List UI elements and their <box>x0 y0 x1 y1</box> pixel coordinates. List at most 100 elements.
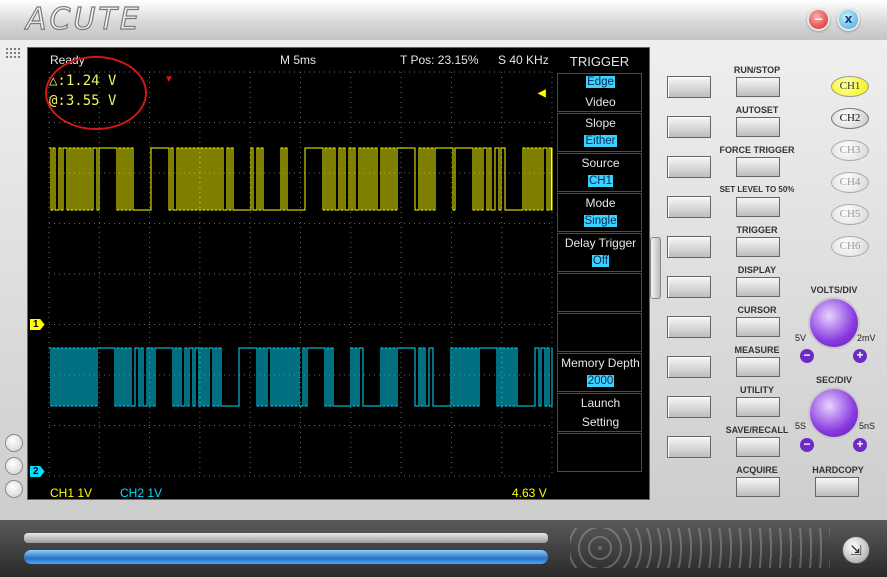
trigger-menu-item[interactable]: Memory Depth 2000 <box>557 353 642 392</box>
trigger-button[interactable] <box>736 237 780 257</box>
progress-bar <box>24 550 548 564</box>
menu-item-value: Setting <box>581 415 620 429</box>
status-strip <box>24 533 548 543</box>
menu-item-title: Mode <box>585 196 616 210</box>
trigger-position-readout: T Pos: 23.15% <box>400 53 479 67</box>
save-recall-label: SAVE/RECALL <box>725 425 789 435</box>
volts-div-knob[interactable] <box>810 299 858 347</box>
trigger-level-label: 4.63 V <box>512 486 547 500</box>
ch4-button[interactable]: CH4 <box>831 172 869 193</box>
measure-label: MEASURE <box>734 345 780 355</box>
menu-item-value: CH1 <box>587 175 613 187</box>
menu-select-button-2[interactable] <box>667 116 711 138</box>
menu-item-value: Video <box>585 95 616 109</box>
menu-item-value: 2000 <box>586 375 615 387</box>
display-label: DISPLAY <box>737 265 777 275</box>
force-trigger-label: FORCE TRIGGER <box>719 145 795 155</box>
menu-select-button-8[interactable] <box>667 356 711 378</box>
ch6-button[interactable]: CH6 <box>831 236 869 257</box>
trigger-menu-item[interactable]: Edge Video <box>557 73 642 112</box>
menu-select-button-4[interactable] <box>667 196 711 218</box>
cursor-button[interactable] <box>736 317 780 337</box>
menu-item-title: Source <box>581 156 620 170</box>
panel-scroll-handle[interactable] <box>650 237 661 299</box>
acquire-label: ACQUIRE <box>736 465 778 475</box>
menu-item-title: Memory Depth <box>561 356 640 370</box>
cursor-label: CURSOR <box>737 305 777 315</box>
menu-item-title: Edge <box>586 76 615 88</box>
sec-div-min-label: 5S <box>795 421 807 431</box>
menu-select-button-5[interactable] <box>667 236 711 258</box>
minus-icon: − <box>813 12 824 26</box>
utility-label: UTILITY <box>740 385 774 395</box>
sample-rate-readout: S 40 KHz <box>498 53 549 67</box>
side-round-button-2[interactable] <box>5 457 23 475</box>
sec-div-title: SEC/DIV <box>815 375 852 385</box>
set-level-button[interactable] <box>736 197 780 217</box>
menu-select-button-3[interactable] <box>667 156 711 178</box>
ch5-button[interactable]: CH5 <box>831 204 869 225</box>
trigger-pointer-icon: ▼ <box>164 74 174 85</box>
sec-div-minus-button[interactable]: − <box>800 438 814 452</box>
acquire-button[interactable] <box>736 477 780 497</box>
autoset-button[interactable] <box>736 117 780 137</box>
trigger-menu-item[interactable]: Delay Trigger Off <box>557 233 642 272</box>
ch2-scale-label: CH2 1V <box>120 486 163 500</box>
menu-select-button-6[interactable] <box>667 276 711 298</box>
trigger-level-marker-icon: ◀ <box>538 88 546 99</box>
volts-div-min-label: 5V <box>795 333 807 343</box>
title-bar[interactable]: ACUTE − x <box>0 0 887 40</box>
graticule <box>48 71 553 477</box>
app-logo: ACUTE <box>25 1 142 37</box>
display-button[interactable] <box>736 277 780 297</box>
trigger-menu-item[interactable]: Launch Setting <box>557 393 642 432</box>
menu-select-button-7[interactable] <box>667 316 711 338</box>
trigger-menu-item[interactable]: Slope Either <box>557 113 642 152</box>
sec-div-knob[interactable] <box>810 389 858 437</box>
menu-item-value: Off <box>591 255 610 267</box>
run-stop-label: RUN/STOP <box>733 65 781 75</box>
hardcopy-label: HARDCOPY <box>812 465 864 475</box>
menu-select-button-1[interactable] <box>667 76 711 98</box>
x-icon: x <box>844 12 853 26</box>
trigger-menu-item[interactable] <box>557 273 642 312</box>
side-round-button-3[interactable] <box>5 480 23 498</box>
trigger-menu-title: TRIGGER <box>569 54 630 69</box>
menu-item-value: Single <box>583 215 618 227</box>
menu-item-title: Delay Trigger <box>564 236 637 250</box>
volts-div-minus-button[interactable]: − <box>800 349 814 363</box>
autoset-label: AUTOSET <box>735 105 779 115</box>
sec-div-max-label: 5nS <box>859 421 876 431</box>
menu-item-title: Slope <box>585 116 616 130</box>
save-recall-button[interactable] <box>736 437 780 457</box>
menu-select-button-9[interactable] <box>667 396 711 418</box>
trigger-menu-item[interactable]: Source CH1 <box>557 153 642 192</box>
run-stop-button[interactable] <box>736 77 780 97</box>
set-level-label: SET LEVEL TO 50% <box>719 185 795 194</box>
hardcopy-button[interactable] <box>815 477 859 497</box>
trigger-menu-item[interactable]: Mode Single <box>557 193 642 232</box>
ch2-button[interactable]: CH2 <box>831 108 869 129</box>
sec-div-plus-button[interactable]: + <box>853 438 867 452</box>
measure-button[interactable] <box>736 357 780 377</box>
trigger-menu-item[interactable] <box>557 313 642 352</box>
volts-div-max-label: 2mV <box>857 333 876 343</box>
volts-div-plus-button[interactable]: + <box>853 349 867 363</box>
menu-item-value: Either <box>584 135 617 147</box>
ch1-scale-label: CH1 1V <box>50 486 93 500</box>
trigger-menu-item[interactable] <box>557 433 642 472</box>
ch3-button[interactable]: CH3 <box>831 140 869 161</box>
resize-icon[interactable]: ⇲ <box>842 536 870 564</box>
close-button[interactable]: x <box>839 10 858 29</box>
menu-select-button-10[interactable] <box>667 436 711 458</box>
trigger-label: TRIGGER <box>736 225 778 235</box>
side-round-button-1[interactable] <box>5 434 23 452</box>
ch1-button[interactable]: CH1 <box>831 76 869 97</box>
menu-item-title: Launch <box>580 396 621 410</box>
minimize-button[interactable]: − <box>809 10 828 29</box>
utility-button[interactable] <box>736 397 780 417</box>
force-trigger-button[interactable] <box>736 157 780 177</box>
grip-icon[interactable] <box>5 47 21 59</box>
annotation-circle <box>45 56 147 130</box>
volts-div-title: VOLTS/DIV <box>810 285 858 295</box>
